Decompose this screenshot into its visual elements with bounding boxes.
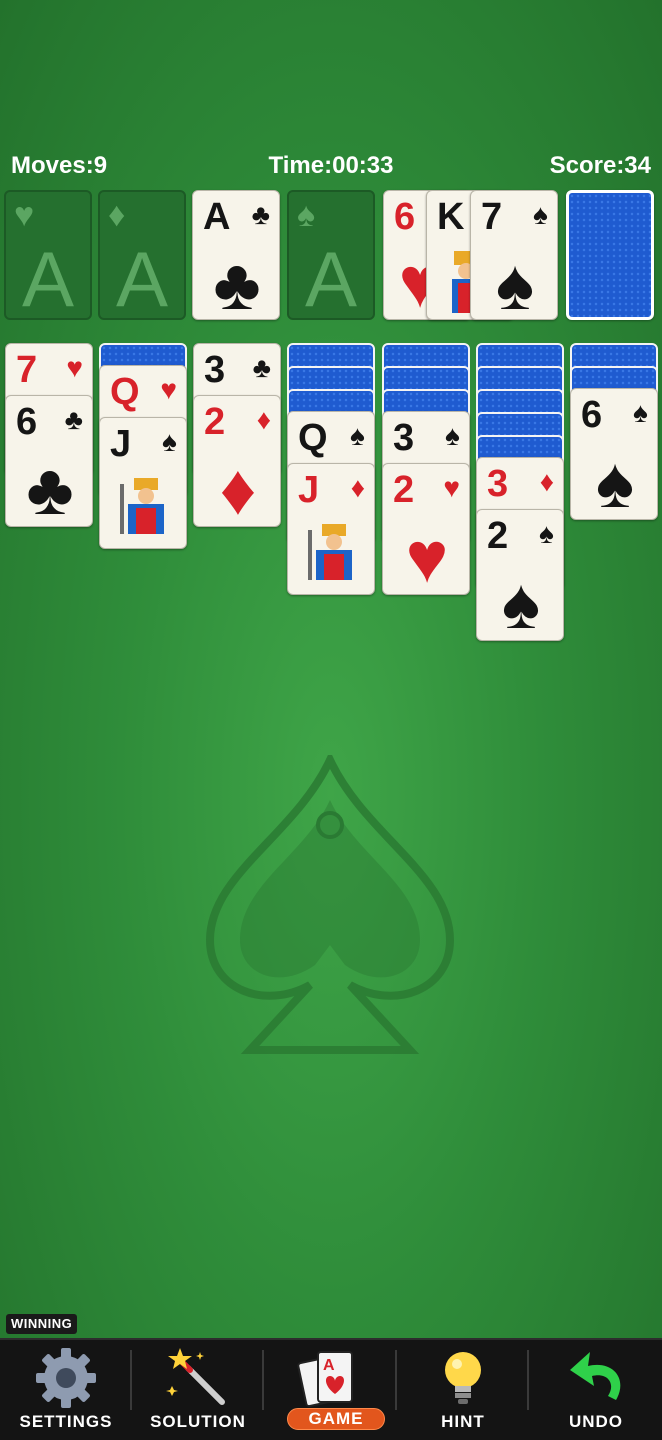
foundation-diamonds[interactable]: ♦ A: [98, 190, 186, 323]
card-rank: J: [298, 469, 320, 511]
svg-text:A: A: [323, 1357, 335, 1374]
card-rank: Q: [298, 417, 328, 459]
tableau-card[interactable]: 6 ♠ ♠: [570, 388, 658, 520]
club-icon: ♣: [213, 245, 261, 320]
spade-icon: ♠: [495, 245, 535, 320]
spade-icon: ♠: [162, 426, 177, 457]
foundation-placeholder-label: A: [304, 235, 358, 323]
hint-label: HINT: [441, 1412, 485, 1431]
magic-wand-icon: [166, 1348, 225, 1405]
club-icon: ♣: [26, 450, 74, 527]
card-rank: 2: [393, 469, 415, 511]
spade-watermark-icon: [205, 755, 455, 1054]
solution-button[interactable]: SOLUTION: [132, 1340, 264, 1440]
spade-icon: ♠: [595, 443, 635, 520]
spade-icon: ♠: [501, 564, 541, 641]
club-icon: ♣: [64, 404, 83, 435]
card-rank: 6: [394, 196, 416, 238]
heart-icon: ♥: [160, 374, 177, 405]
card-rank: 3: [393, 417, 415, 459]
heart-icon: ♥: [66, 352, 83, 383]
heart-icon: ♥: [443, 472, 460, 503]
jack-portrait-icon: [308, 524, 352, 580]
winning-badge: WINNING: [6, 1314, 78, 1334]
stock-pile[interactable]: [566, 190, 654, 320]
waste-top-card[interactable]: 7 ♠ ♠: [470, 190, 558, 320]
game-pill-label: GAME: [308, 1409, 364, 1428]
tableau-card[interactable]: J ♦: [287, 463, 375, 595]
heart-icon: ♥: [405, 518, 449, 595]
card-rank: Q: [110, 371, 140, 413]
card-rank: 7: [481, 196, 503, 238]
spade-icon: ♠: [297, 196, 316, 234]
gear-icon: [36, 1348, 96, 1408]
card-rank: 6: [581, 394, 603, 436]
card-rank: 2: [204, 401, 226, 443]
undo-arrow-icon: [570, 1352, 621, 1400]
cards-icon: A: [297, 1351, 353, 1408]
foundation-hearts[interactable]: ♥ A: [4, 190, 92, 323]
card-rank: 3: [487, 463, 509, 505]
diamond-icon: ♦: [219, 450, 257, 527]
card-rank: 2: [487, 515, 509, 557]
hint-button[interactable]: HINT: [397, 1340, 529, 1440]
spade-icon: ♠: [539, 518, 554, 549]
diamond-icon: ♦: [256, 404, 271, 435]
tableau-card[interactable]: J ♠: [99, 417, 187, 549]
spade-icon: ♠: [350, 420, 365, 451]
undo-button[interactable]: UNDO: [530, 1340, 662, 1440]
club-icon: ♣: [251, 199, 270, 230]
spade-icon: ♠: [633, 397, 648, 428]
tableau-card[interactable]: 6 ♣ ♣: [5, 395, 93, 527]
card-rank: 7: [16, 349, 38, 391]
foundation-spades[interactable]: ♠ A: [287, 190, 375, 323]
tableau-card[interactable]: 2 ♥ ♥: [382, 463, 470, 595]
toolbar-divider: [527, 1350, 529, 1410]
diamond-icon: ♦: [350, 472, 365, 503]
foundation-clubs-card[interactable]: A ♣ ♣: [192, 190, 280, 320]
card-rank: K: [437, 196, 465, 238]
card-rank: A: [203, 196, 231, 238]
card-rank: 6: [16, 401, 38, 443]
heart-icon: ♥: [14, 196, 35, 234]
diamond-icon: ♦: [108, 196, 126, 234]
status-bar: Moves:9 Time:00:33 Score:34: [0, 152, 662, 182]
tableau-card[interactable]: 2 ♦ ♦: [193, 395, 281, 527]
club-icon: ♣: [252, 352, 271, 383]
solution-label: SOLUTION: [150, 1412, 246, 1431]
diamond-icon: ♦: [539, 466, 554, 497]
settings-button[interactable]: SETTINGS: [0, 1340, 132, 1440]
foundation-placeholder-label: A: [21, 235, 75, 323]
score-counter: Score:34: [549, 152, 651, 179]
lightbulb-icon: [445, 1352, 481, 1404]
foundation-placeholder-label: A: [115, 235, 169, 323]
settings-label: SETTINGS: [19, 1412, 113, 1431]
jack-portrait-icon: [120, 478, 164, 534]
card-rank: J: [110, 423, 132, 465]
spade-icon: ♠: [445, 420, 460, 451]
spade-icon: ♠: [533, 199, 548, 230]
tableau-card[interactable]: 2 ♠ ♠: [476, 509, 564, 641]
undo-label: UNDO: [568, 1412, 624, 1431]
card-rank: 3: [204, 349, 226, 391]
